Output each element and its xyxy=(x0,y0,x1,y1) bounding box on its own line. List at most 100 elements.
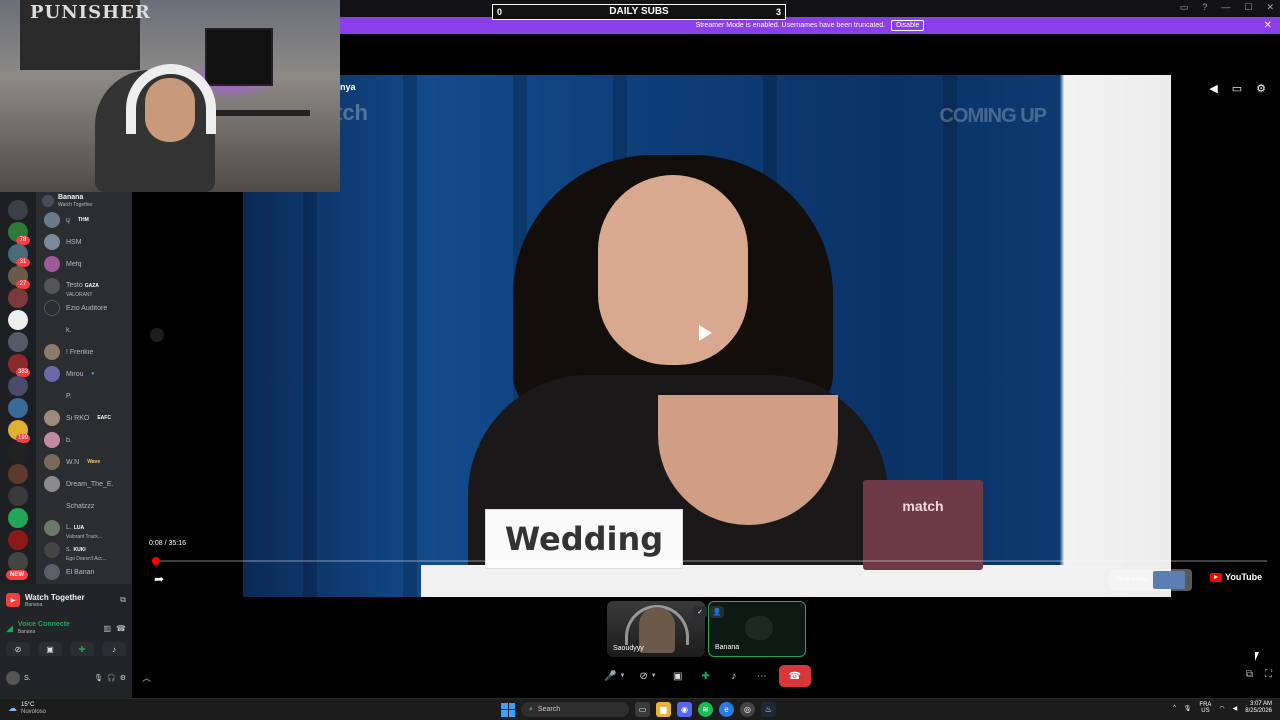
voice-channel-header[interactable]: Banana Watch Together xyxy=(36,192,132,210)
member-item[interactable]: k. xyxy=(36,320,132,340)
activities-button[interactable]: ✚ xyxy=(695,665,717,687)
member-item[interactable]: Ezio Auditore xyxy=(36,298,132,318)
chevron-down-icon[interactable]: ▼ xyxy=(619,673,625,679)
watch-together-activity[interactable]: ▶ Watch Together Banana ⧉ xyxy=(6,589,126,611)
server-icon[interactable] xyxy=(8,508,28,528)
add-person-icon[interactable]: 👤 xyxy=(710,606,724,618)
chevron-up-icon[interactable]: ︿ xyxy=(142,671,151,684)
member-item[interactable]: s. KUKI Ego Doesn't Acc... xyxy=(36,540,132,562)
member-item[interactable]: Mirou ♥ xyxy=(36,364,132,384)
member-item[interactable]: ų THM xyxy=(36,210,132,230)
file-explorer-icon[interactable]: ▆ xyxy=(656,702,671,717)
server-icon[interactable] xyxy=(8,486,28,506)
camera-button[interactable]: ⊘ ▼ xyxy=(635,665,660,687)
camera-off-button[interactable]: ⊘ xyxy=(6,642,30,656)
captions-icon[interactable]: ▭ xyxy=(1232,82,1242,95)
leave-call-button[interactable]: ☎ xyxy=(778,665,811,687)
member-item[interactable]: Mefq xyxy=(36,254,132,274)
member-name: El Banan xyxy=(66,568,95,576)
chevron-down-icon[interactable]: ▼ xyxy=(651,673,657,679)
close-banner-icon[interactable]: ✕ xyxy=(1264,20,1272,31)
disable-streamer-mode-button[interactable]: Disable xyxy=(891,20,925,31)
member-tag[interactable]: Wave xyxy=(87,459,101,465)
server-icon[interactable] xyxy=(8,310,28,330)
language-indicator[interactable]: FRA US xyxy=(1199,702,1211,714)
server-icon[interactable] xyxy=(8,552,28,572)
table xyxy=(421,565,1081,597)
chevron-down-icon[interactable]: ✓ xyxy=(693,606,707,618)
settings-icon[interactable]: ⚙ xyxy=(1256,82,1266,95)
progress-knob[interactable] xyxy=(152,557,160,565)
member-item[interactable]: Dream_The_E. xyxy=(36,474,132,494)
member-item[interactable]: El Banan xyxy=(36,562,132,582)
member-item[interactable]: HSM xyxy=(36,232,132,252)
volume-icon[interactable]: ◀ xyxy=(1209,82,1217,95)
member-item[interactable]: Testo GAZA VALORANT xyxy=(36,276,132,298)
faint-button[interactable] xyxy=(150,328,164,342)
minimize-button[interactable]: — xyxy=(1221,2,1230,13)
maximize-button[interactable]: ☐ xyxy=(1244,2,1252,13)
server-icon[interactable] xyxy=(8,288,28,308)
server-icon[interactable] xyxy=(8,442,28,462)
microphone-icon[interactable]: 🎙 xyxy=(1184,705,1192,712)
discord-icon[interactable]: ◉ xyxy=(677,702,692,717)
popout-icon[interactable]: ⧉ xyxy=(120,595,126,605)
activities-button[interactable]: ✚ xyxy=(70,642,94,656)
avatar xyxy=(44,212,60,228)
person-face xyxy=(598,175,748,365)
obs-icon[interactable]: ◎ xyxy=(740,702,755,717)
taskbar-search[interactable]: ⌕ Search xyxy=(521,702,629,717)
member-item[interactable]: Schatzzz xyxy=(36,496,132,516)
share-icon[interactable]: ➦ xyxy=(154,572,164,586)
server-icon[interactable] xyxy=(8,376,28,396)
avatar xyxy=(44,256,60,272)
member-item[interactable]: P. xyxy=(36,386,132,406)
participant-tile[interactable]: Saoudyyy xyxy=(607,601,705,657)
member-item[interactable]: L. LUA Valorant Track... xyxy=(36,518,132,540)
inbox-icon[interactable]: ▭ xyxy=(1180,2,1189,13)
disconnect-icon[interactable]: ☎ xyxy=(116,624,126,633)
youtube-logo[interactable]: YouTube xyxy=(1210,572,1262,582)
weather-widget[interactable]: ☁ 15°C Nuvoloso xyxy=(8,702,46,715)
video-player[interactable]: tch COMING UP Wedding match xyxy=(243,75,1171,597)
member-item[interactable]: Si RKO EAFC xyxy=(36,408,132,428)
microphone-icon[interactable]: 🎙 xyxy=(94,674,103,682)
clock-time: 3:07 AM xyxy=(1249,701,1272,707)
member-item[interactable]: ! Frenkie xyxy=(36,342,132,362)
server-icon[interactable] xyxy=(8,530,28,550)
popout-icon[interactable]: ⧉ xyxy=(1246,669,1253,680)
help-icon[interactable]: ? xyxy=(1202,2,1207,13)
avatar[interactable] xyxy=(6,671,20,685)
server-icon[interactable] xyxy=(8,464,28,484)
fullscreen-icon[interactable]: ⛶ xyxy=(1265,669,1272,680)
wifi-icon[interactable]: ◠ xyxy=(1219,705,1224,712)
chevron-up-icon[interactable]: ^ xyxy=(1173,705,1176,711)
screen-share-button[interactable]: ▣ xyxy=(38,642,62,656)
steam-icon[interactable]: ♨ xyxy=(761,702,776,717)
gear-icon[interactable]: ⚙ xyxy=(120,674,126,682)
headphones-icon[interactable]: 🎧 xyxy=(107,674,116,682)
more-videos-button[interactable]: More videos xyxy=(1110,569,1192,591)
soundboard-button[interactable]: ♪ xyxy=(102,642,126,656)
noise-suppression-icon[interactable]: ▥ xyxy=(103,624,111,633)
server-icon[interactable] xyxy=(8,398,28,418)
more-options-button[interactable]: ⋯ xyxy=(751,665,773,687)
microphone-button[interactable]: 🎤 ▼ xyxy=(600,665,629,687)
clock[interactable]: 3:07 AM 8/25/2026 xyxy=(1245,701,1272,715)
server-icon[interactable] xyxy=(8,332,28,352)
member-item[interactable]: W.N Wave xyxy=(36,452,132,472)
server-icon[interactable] xyxy=(8,200,28,220)
soundboard-button[interactable]: ♪ xyxy=(723,665,745,687)
close-button[interactable]: ✕ xyxy=(1266,2,1274,13)
volume-icon[interactable]: ◀ xyxy=(1233,705,1238,712)
edge-icon[interactable]: e xyxy=(719,702,734,717)
call-controls: 🎤 ▼ ⊘ ▼ ▣ ✚ ♪ ⋯ ☎ xyxy=(600,665,811,687)
screen-share-button[interactable]: ▣ xyxy=(667,665,689,687)
member-name: Mefq xyxy=(66,260,82,268)
play-icon[interactable] xyxy=(699,325,712,341)
start-button[interactable] xyxy=(501,702,515,717)
member-item[interactable]: b. xyxy=(36,430,132,450)
progress-bar[interactable] xyxy=(152,557,1267,565)
task-view-icon[interactable]: ▭ xyxy=(635,702,650,717)
spotify-icon[interactable]: ≋ xyxy=(698,702,713,717)
